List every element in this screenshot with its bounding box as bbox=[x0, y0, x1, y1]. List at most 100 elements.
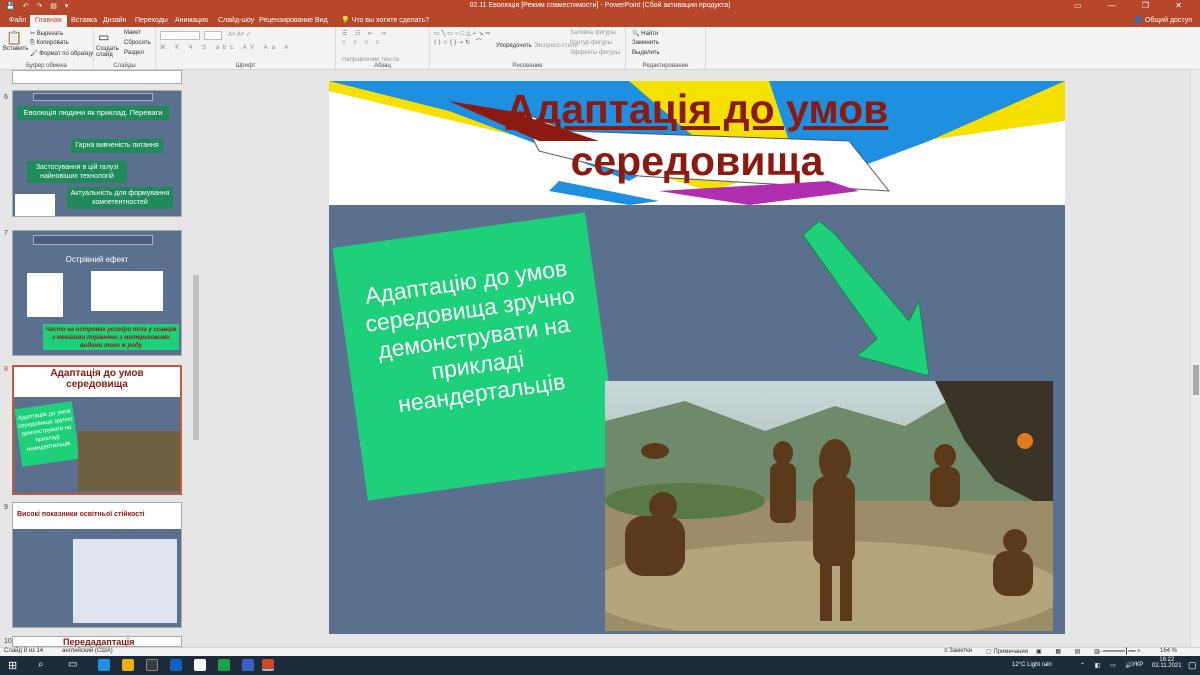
group-slides: ▭ Создать слайд Макет Сбросить Раздел Сл… bbox=[94, 27, 156, 70]
thumbnail-slide-10[interactable]: Передадаптація bbox=[12, 636, 182, 647]
stairs-image bbox=[27, 273, 63, 317]
replace-button[interactable]: Заменить bbox=[632, 40, 659, 46]
ribbon: 📋 Вставить ✂ Вырезать ⎘ Копировать 🖌 Фор… bbox=[0, 27, 1200, 70]
tab-file[interactable]: Файл bbox=[4, 15, 31, 27]
section-button[interactable]: Раздел bbox=[124, 50, 144, 56]
tell-me-search[interactable]: 💡 Что вы хотите сделать? bbox=[336, 15, 434, 27]
slide-number: 9 bbox=[4, 504, 8, 511]
new-slide-icon[interactable]: ▭ bbox=[98, 30, 109, 44]
weather-widget[interactable]: 12°C Light rain bbox=[1012, 662, 1052, 668]
format-painter-button[interactable]: 🖌 Формат по образцу bbox=[30, 50, 93, 57]
tab-design[interactable]: Дизайн bbox=[98, 15, 132, 27]
keyboard-language[interactable]: УКР bbox=[1132, 662, 1143, 668]
mail-icon[interactable] bbox=[170, 659, 182, 671]
font-name-field[interactable] bbox=[160, 31, 200, 40]
tab-home[interactable]: Главная bbox=[30, 15, 67, 27]
slide-thumbnails-panel[interactable]: 6 Еволюція людини як приклад. Переваги Г… bbox=[0, 70, 200, 647]
notes-button[interactable]: ≡ Заметки bbox=[944, 648, 972, 654]
slide-title-band: Адаптація до умов середовища bbox=[329, 81, 1065, 205]
find-button[interactable]: 🔍 Найти bbox=[632, 30, 658, 37]
search-icon[interactable]: ⌕ bbox=[38, 659, 44, 670]
tray-icons[interactable]: ⌃ ◧ ▭ 🔊 bbox=[1080, 662, 1137, 669]
store-icon[interactable] bbox=[146, 659, 158, 671]
taskbar: ⊞ ⌕ ▭ 12°C Light rain ⌃ ◧ ▭ 🔊 УКР 16:22 0… bbox=[0, 656, 1200, 675]
group-clipboard: 📋 Вставить ✂ Вырезать ⎘ Копировать 🖌 Фор… bbox=[0, 27, 94, 70]
ribbon-tabs: Файл Главная Вставка Дизайн Переходы Ани… bbox=[0, 13, 1200, 27]
powerpoint-icon[interactable] bbox=[262, 659, 274, 671]
thumb-title: Острівний ефект bbox=[65, 255, 129, 264]
windows-start-icon[interactable]: ⊞ bbox=[8, 659, 17, 672]
tab-view[interactable]: Вид bbox=[310, 15, 333, 27]
paste-icon[interactable]: 📋 bbox=[6, 30, 22, 46]
group-drawing: ▭╲▭○□△⌐↘⇨ ⟨⟩☆{}⇢↻ ⌒ Упорядочить Экспресс-… bbox=[430, 27, 626, 70]
person-icon: 👤 bbox=[1134, 17, 1145, 24]
notifications-icon[interactable]: ▢ bbox=[1188, 660, 1197, 671]
thumbnail-slide-9[interactable]: Високі показники освітньої стійкості bbox=[12, 502, 182, 628]
new-slide-button[interactable]: Создать слайд bbox=[96, 46, 122, 58]
tab-slideshow[interactable]: Слайд-шоу bbox=[213, 15, 259, 27]
copy-button[interactable]: ⎘ Копировать bbox=[30, 40, 69, 47]
group-label: Рисование bbox=[512, 63, 543, 69]
explorer-icon[interactable] bbox=[122, 659, 134, 671]
list-buttons[interactable]: ☰ ☷ ⇤ ⇥ bbox=[342, 30, 389, 37]
shape-fill-button[interactable]: Заливка фигуры bbox=[570, 30, 616, 36]
scroll-thumb[interactable] bbox=[1193, 365, 1199, 395]
clock[interactable]: 16:22 02.11.2021 bbox=[1152, 657, 1182, 669]
slide-title-line2: середовища bbox=[570, 138, 824, 184]
current-slide[interactable]: Адаптація до умов середовища Адаптацію д… bbox=[329, 81, 1065, 634]
window-controls[interactable]: ▭ — ❐ ✕ bbox=[1074, 1, 1194, 10]
font-size-buttons[interactable]: A˄ A˅ ✓ bbox=[228, 31, 251, 38]
tab-animations[interactable]: Анимация bbox=[170, 15, 213, 27]
paste-button[interactable]: Вставить bbox=[3, 46, 28, 52]
chrome-icon[interactable] bbox=[194, 659, 206, 671]
shape-outline-button[interactable]: Контур фигуры bbox=[570, 40, 612, 46]
select-button[interactable]: Выделить bbox=[632, 50, 660, 56]
reset-button[interactable]: Сбросить bbox=[124, 40, 151, 46]
scroll-thumb[interactable] bbox=[193, 275, 199, 440]
tab-review[interactable]: Рецензирование bbox=[254, 15, 318, 27]
font-style-buttons[interactable]: Ж К Ч S abc AV Aa A bbox=[160, 45, 292, 51]
tab-transitions[interactable]: Переходы bbox=[130, 15, 173, 27]
thumbnail-slide-8-selected[interactable]: Адаптація до умов середовища Адаптацію д… bbox=[12, 365, 182, 495]
group-label: Абзац bbox=[374, 63, 391, 69]
shapes-gallery[interactable]: ▭╲▭○□△⌐↘⇨ ⟨⟩☆{}⇢↻ ⌒ bbox=[434, 30, 492, 46]
view-buttons[interactable]: ▣ ▦ ▤ ▥ bbox=[1036, 648, 1106, 655]
cut-button[interactable]: ✂ Вырезать bbox=[30, 30, 63, 37]
edge-icon[interactable] bbox=[98, 659, 110, 671]
thumbnail-slide-7[interactable]: Острівний ефект Часто на островах розмір… bbox=[12, 230, 182, 356]
arrange-button[interactable]: Упорядочить bbox=[496, 43, 532, 49]
align-buttons[interactable]: ≡ ≡ ≡ ≡ bbox=[342, 40, 382, 46]
tab-insert[interactable]: Вставка bbox=[66, 15, 102, 27]
search-icon: 🔍 bbox=[632, 31, 642, 37]
window-title: 02.11 Еволюція [Режим совместимости] - P… bbox=[469, 2, 731, 9]
group-paragraph: ☰ ☷ ⇤ ⇥ ≡ ≡ ≡ ≡ Абзац bbox=[336, 27, 430, 70]
green-arrow[interactable] bbox=[799, 221, 939, 381]
neanderthals-image[interactable] bbox=[605, 381, 1053, 631]
editor-scrollbar[interactable] bbox=[1190, 70, 1200, 647]
lightbulb-icon: 💡 bbox=[341, 17, 352, 24]
title-bar: 💾 ↶ ↷ ▤ ▾ 02.11 Еволюція [Режим совмести… bbox=[0, 0, 1200, 13]
thumbnail-slide-5[interactable] bbox=[12, 70, 182, 84]
app-icon[interactable] bbox=[242, 659, 254, 671]
shape-effects-button[interactable]: Эффекты фигуры bbox=[570, 50, 620, 56]
thumbnail-slide-6[interactable]: Еволюція людини як приклад. Переваги Гар… bbox=[12, 90, 182, 217]
layout-button[interactable]: Макет bbox=[124, 30, 141, 36]
slide-counter: Слайд 8 из 14 bbox=[4, 648, 44, 654]
green-text-box[interactable]: Адаптацію до умов середовища зручно демо… bbox=[332, 212, 621, 501]
chrome-2-icon[interactable] bbox=[218, 659, 230, 671]
text-direction-button[interactable]: Направление текста bbox=[342, 57, 399, 63]
comments-button[interactable]: ▢ Примечания bbox=[986, 648, 1028, 655]
font-size-field[interactable] bbox=[204, 31, 222, 40]
task-view-icon[interactable]: ▭ bbox=[68, 659, 77, 670]
group-label: Шрифт bbox=[235, 63, 256, 69]
share-button[interactable]: 👤 Общий доступ bbox=[1134, 16, 1192, 24]
language-indicator[interactable]: английский (США) bbox=[62, 648, 113, 654]
gears-image bbox=[15, 194, 55, 216]
thumb-caption: Часто на островах розміри тіла у ссавців… bbox=[43, 324, 179, 350]
status-bar: Слайд 8 из 14 английский (США) ≡ Заметки… bbox=[0, 647, 1200, 656]
zoom-slider[interactable]: – ━━━━━━┃━━ + bbox=[1098, 648, 1141, 655]
thumbnails-scrollbar[interactable] bbox=[192, 70, 200, 647]
zoom-level[interactable]: 164 % bbox=[1160, 648, 1177, 654]
checkmark-image bbox=[91, 271, 163, 311]
thumb-title: Адаптація до умов середовища bbox=[50, 368, 144, 390]
